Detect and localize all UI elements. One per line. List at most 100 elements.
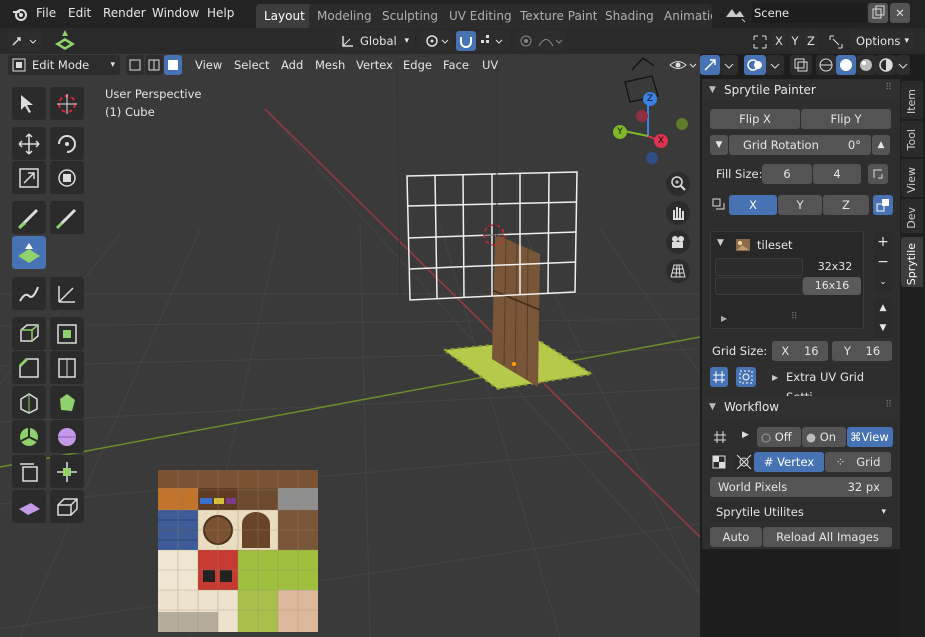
grid-option-16[interactable]: 16x16 [803, 277, 861, 295]
gizmo-dropdown-icon[interactable] [720, 55, 738, 75]
proportional-edit-icon[interactable] [516, 31, 536, 51]
menu-face[interactable]: Face [443, 55, 469, 75]
tab-shading[interactable]: Shading [597, 4, 662, 28]
menu-render[interactable]: Render [103, 6, 146, 20]
menu-uv[interactable]: UV [482, 55, 498, 75]
gizmo-toggle-icon[interactable] [700, 55, 720, 75]
world-pixels-field[interactable]: World Pixels 32 px [710, 477, 892, 497]
mode-select[interactable]: Edit Mode ▾ [8, 55, 120, 75]
workflow-on-radio[interactable]: ● On [802, 427, 846, 447]
solid-shading-icon[interactable] [836, 55, 856, 75]
workflow-header[interactable]: Workflow [702, 396, 900, 418]
overlays-toggle-icon[interactable] [744, 55, 766, 75]
rip-tool-icon[interactable] [50, 490, 84, 523]
fill-size-width-field[interactable]: 6 [762, 164, 812, 184]
overlays-dropdown-icon[interactable] [766, 55, 784, 75]
tab-view[interactable]: View [901, 159, 923, 197]
snap-vertex-icon[interactable] [734, 452, 754, 472]
menu-add[interactable]: Add [281, 55, 303, 75]
rotate-left-icon[interactable]: ▼ [710, 135, 728, 155]
rotate-tool-icon[interactable] [50, 127, 84, 160]
utilities-dropdown[interactable]: Sprytile Utilites ▾ [710, 502, 892, 522]
sprytile-fill-tool-icon[interactable] [12, 236, 46, 269]
falloff-icon[interactable] [536, 31, 566, 51]
xray-toggle-icon[interactable] [790, 55, 812, 75]
workflow-view-button[interactable]: ⌘View [847, 427, 893, 447]
reload-all-images-button[interactable]: Reload All Images [763, 527, 892, 547]
tab-layout[interactable]: Layout [256, 4, 313, 28]
auto-button[interactable]: Auto [710, 527, 762, 547]
mirror-x-button[interactable]: X [772, 31, 786, 51]
tileset-preview-image[interactable] [158, 470, 318, 632]
snap-toggle-icon[interactable] [456, 31, 476, 51]
wireframe-shading-icon[interactable] [816, 55, 836, 75]
tab-tool[interactable]: Tool [901, 121, 923, 157]
scene-icon[interactable] [722, 5, 748, 23]
sprytile-paint-brush-icon[interactable] [50, 201, 84, 234]
axis-x-button[interactable]: X [729, 195, 777, 215]
visibility-icon[interactable] [666, 55, 700, 75]
expand-arrow-icon[interactable]: ▼ [717, 238, 724, 248]
tab-texture-paint[interactable]: Texture Paint [512, 4, 606, 28]
3d-viewport[interactable]: User Perspective (1) Cube Z X Y [0, 54, 700, 637]
gizmo-x-icon[interactable]: X [654, 134, 668, 148]
sprytile-paint-tool-icon[interactable] [52, 28, 78, 54]
menu-vertex[interactable]: Vertex [356, 55, 393, 75]
knife-tool-icon[interactable] [12, 386, 46, 419]
snap-target-icon[interactable] [476, 31, 510, 51]
sprytile-painter-header[interactable]: Sprytile Painter [702, 79, 900, 101]
menu-select[interactable]: Select [234, 55, 269, 75]
tileset-menu-icon[interactable]: ⌄ [874, 272, 892, 292]
pivot-point-icon[interactable] [420, 31, 452, 51]
expand-extra-icon[interactable]: ▶ [772, 373, 778, 382]
workflow-off-radio[interactable]: ○ Off [757, 427, 801, 447]
grid-size-y-field[interactable]: Y 16 [832, 341, 892, 361]
sprytile-build-tool-icon[interactable] [12, 201, 46, 234]
grid-toggle-icon[interactable] [710, 367, 728, 387]
rotate-right-icon[interactable]: ▲ [872, 135, 890, 155]
blender-logo-icon[interactable] [12, 6, 28, 22]
rendered-shading-icon[interactable] [876, 55, 896, 75]
tab-sprytile[interactable]: Sprytile [901, 237, 923, 287]
flip-x-button[interactable]: Flip X [710, 109, 800, 129]
scene-name-field[interactable]: Scene [752, 3, 866, 23]
grid-select-icon[interactable] [736, 367, 756, 387]
inset-tool-icon[interactable] [50, 317, 84, 350]
add-tileset-icon[interactable]: + [874, 232, 892, 252]
gizmo-z-icon[interactable]: Z [643, 92, 657, 106]
axis-y-button[interactable]: Y [778, 195, 822, 215]
mirror-icon[interactable] [752, 34, 768, 50]
tab-modeling[interactable]: Modeling [309, 4, 380, 28]
menu-edit[interactable]: Edit [68, 6, 91, 20]
edge-slide-tool-icon[interactable] [12, 455, 46, 488]
measure-tool-icon[interactable] [50, 277, 84, 310]
extrude-tool-icon[interactable] [12, 317, 46, 350]
drag-handle-icon[interactable]: ⠿ [885, 83, 892, 93]
tab-animation[interactable]: Animatio [656, 4, 712, 28]
gizmo-y-icon[interactable]: Y [613, 125, 627, 139]
move-down-icon[interactable]: ▼ [874, 318, 892, 338]
tab-sculpting[interactable]: Sculpting [374, 4, 447, 28]
menu-help[interactable]: Help [207, 6, 234, 20]
zoom-icon[interactable] [666, 172, 690, 196]
tileset-list[interactable]: ▼ tileset 32x32 16x16 ▶ ⠿ [710, 231, 864, 329]
list-resize-handle-icon[interactable]: ⠿ [791, 312, 798, 322]
material-shading-icon[interactable] [856, 55, 876, 75]
auto-merge-icon[interactable] [828, 34, 844, 50]
shear-tool-icon[interactable] [12, 490, 46, 523]
fill-random-icon[interactable] [868, 164, 888, 184]
menu-file[interactable]: File [36, 6, 56, 20]
flip-y-button[interactable]: Flip Y [801, 109, 891, 129]
transform-orientation-select[interactable]: Global ▾ [336, 31, 414, 51]
poly-build-tool-icon[interactable] [50, 386, 84, 419]
face-select-mode-icon[interactable] [164, 55, 182, 75]
mirror-z-button[interactable]: Z [804, 31, 818, 51]
copy-scene-icon[interactable] [868, 3, 888, 23]
snap-axis-icon[interactable] [873, 195, 893, 215]
tab-item[interactable]: Item [901, 81, 923, 119]
perspective-toggle-icon[interactable] [666, 259, 690, 283]
pan-hand-icon[interactable] [666, 201, 690, 225]
snap-grid-button[interactable]: ⁘ Grid [825, 452, 891, 472]
camera-view-icon[interactable] [666, 230, 690, 254]
move-tool-icon[interactable] [12, 127, 46, 160]
